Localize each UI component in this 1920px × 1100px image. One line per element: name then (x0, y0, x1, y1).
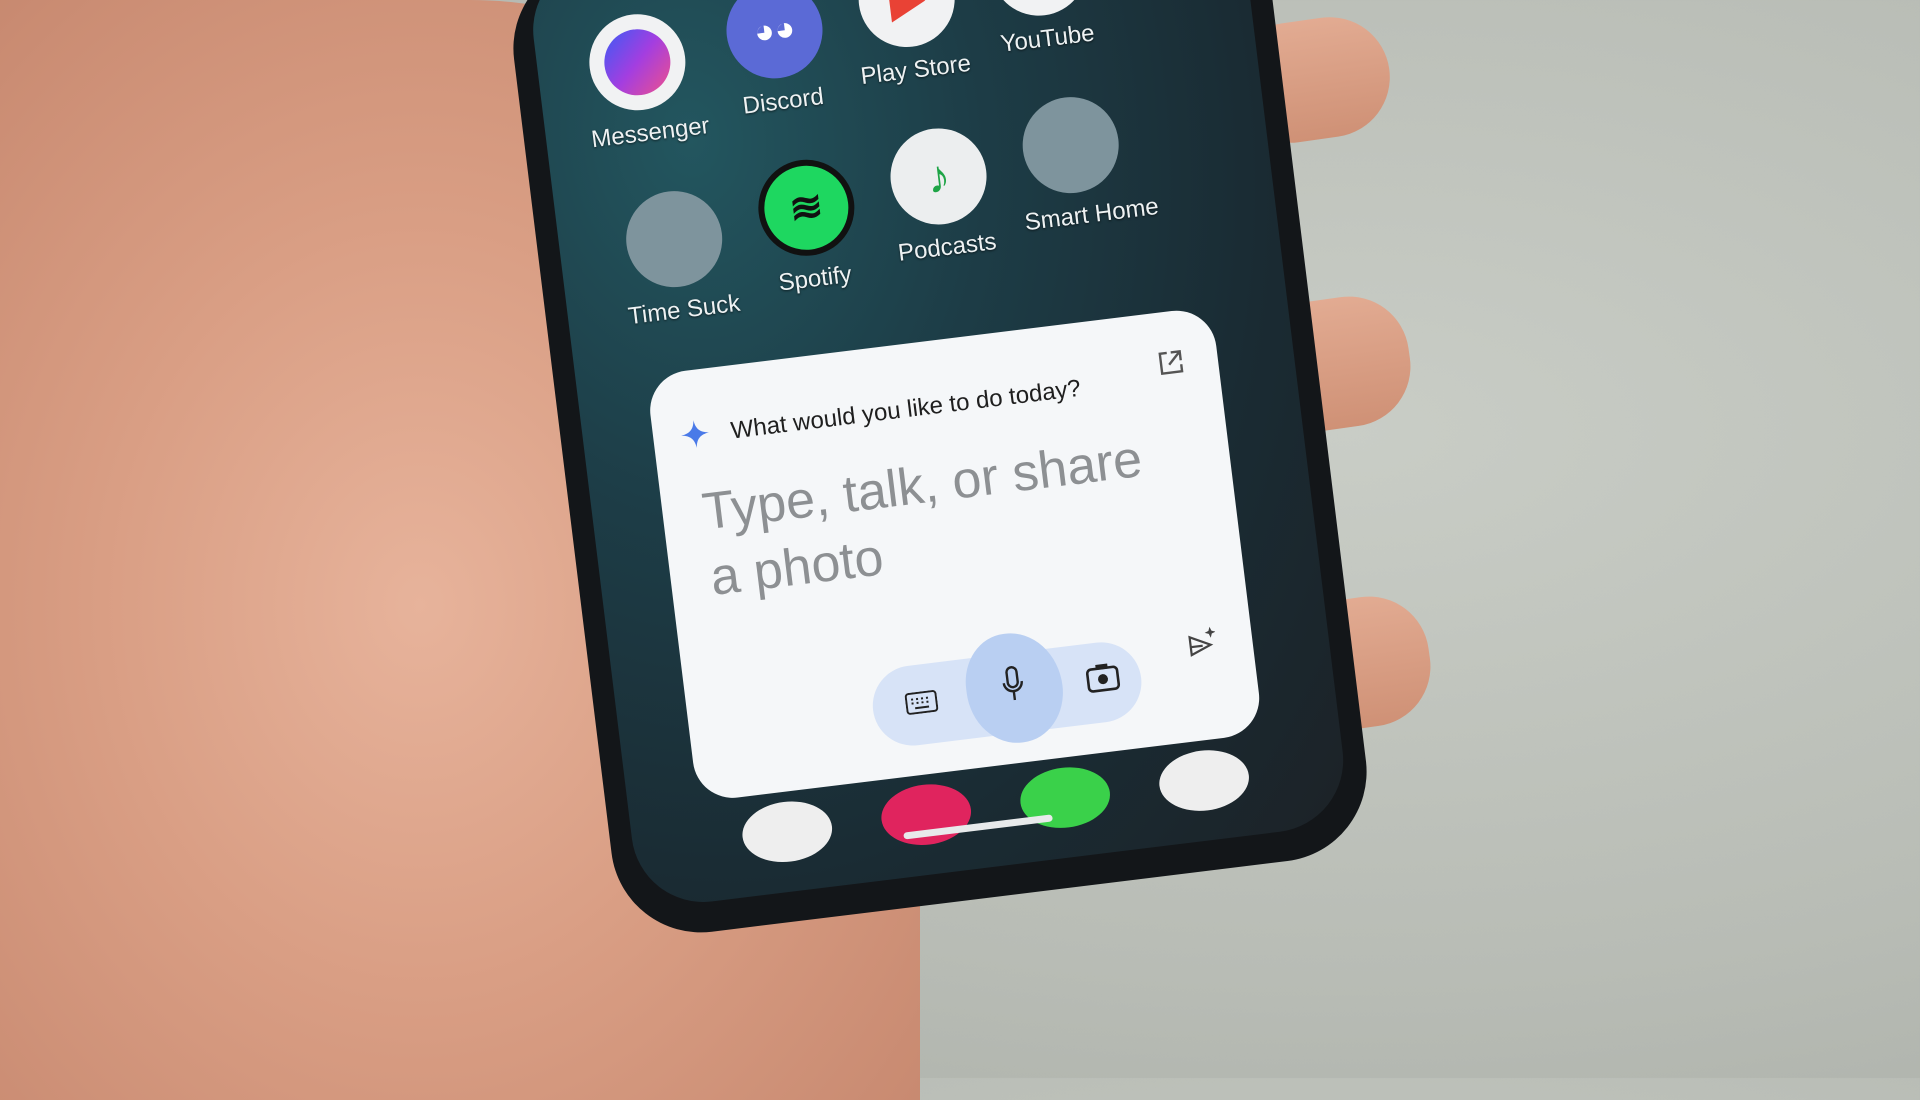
send-sparkle-icon[interactable] (1184, 624, 1217, 657)
app-messenger[interactable]: Messenger (577, 8, 711, 154)
dock-icon[interactable] (877, 779, 975, 850)
home-screen: Messenger ◕◕ Discord ▶ Play Store YouTub… (524, 0, 1352, 911)
app-spotify[interactable]: ≋ Spotify (746, 153, 872, 299)
app-youtube[interactable]: YouTube (978, 0, 1104, 60)
app-discord[interactable]: ◕◕ Discord (714, 0, 840, 122)
app-play-store[interactable]: ▶ Play Store (846, 0, 972, 91)
phone: Messenger ◕◕ Discord ▶ Play Store YouTub… (503, 0, 1377, 943)
play-store-icon: ▶ (853, 0, 961, 53)
app-podcasts[interactable]: ♪ Podcasts (878, 122, 1004, 268)
podcasts-icon: ♪ (885, 122, 993, 230)
app-folder-time-suck[interactable]: Time Suck (614, 185, 742, 331)
gemini-spark-icon (681, 420, 709, 448)
dock-icon[interactable] (738, 796, 836, 868)
folder-icon (620, 185, 728, 293)
app-folder-smart-home[interactable]: Smart Home (1010, 91, 1160, 237)
assistant-overlay: What would you like to do today? Type, t… (645, 306, 1264, 803)
assistant-input[interactable]: Type, talk, or share a photo (699, 421, 1192, 611)
microphone-icon[interactable] (999, 664, 1027, 705)
folder-icon (1017, 91, 1125, 199)
dock-icon[interactable] (1155, 745, 1253, 816)
messenger-icon (583, 8, 691, 116)
assistant-prompt: What would you like to do today? (729, 374, 1083, 445)
open-external-icon[interactable] (1156, 348, 1185, 377)
camera-icon[interactable] (1084, 660, 1121, 694)
youtube-icon (985, 0, 1093, 22)
keyboard-icon[interactable] (904, 690, 939, 716)
spotify-icon: ≋ (752, 154, 860, 262)
discord-icon: ◕◕ (721, 0, 828, 84)
